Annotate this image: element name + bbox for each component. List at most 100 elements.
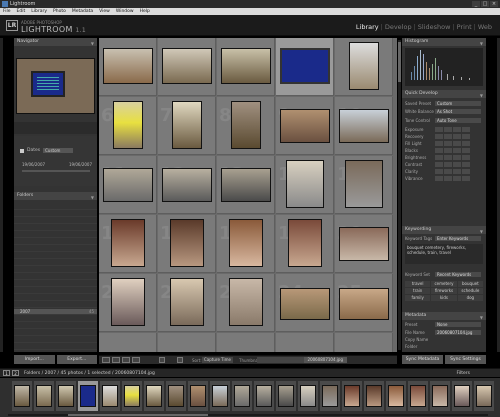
thumbnail-size-slider[interactable] xyxy=(257,357,307,363)
filmstrip-thumbnail[interactable] xyxy=(410,385,426,407)
menu-edit[interactable]: Edit xyxy=(17,8,26,15)
thumbnail[interactable] xyxy=(162,168,212,202)
menu-view[interactable]: View xyxy=(99,8,110,15)
grid-cell[interactable] xyxy=(158,38,216,96)
filmstrip-thumbnail[interactable] xyxy=(476,385,492,407)
folder-row[interactable] xyxy=(14,316,97,322)
folder-row[interactable] xyxy=(14,281,97,287)
grid-cell[interactable]: 8 xyxy=(217,97,275,155)
filmstrip-thumbnail[interactable] xyxy=(190,385,206,407)
histogram-header[interactable]: Histogram ▼ xyxy=(402,38,486,46)
filmstrip-thumbnail[interactable] xyxy=(454,385,470,407)
filmstrip-thumbnail[interactable] xyxy=(58,385,74,407)
date-start[interactable]: 19/06/2007 xyxy=(22,162,45,167)
folder-row[interactable] xyxy=(14,344,97,350)
loupe-view-button[interactable] xyxy=(112,357,120,363)
grid-cell[interactable]: 18 xyxy=(217,215,275,273)
thumbnail[interactable] xyxy=(111,219,145,267)
thumbnail[interactable] xyxy=(280,109,330,143)
quick-develop-header[interactable]: Quick Develop ▼ xyxy=(402,90,486,98)
filmstrip-cell[interactable] xyxy=(232,381,252,411)
menu-metadata[interactable]: Metadata xyxy=(72,8,93,15)
sync-metadata-button[interactable]: Sync Metadata xyxy=(402,355,443,364)
thumbnail[interactable] xyxy=(162,48,212,84)
folder-row[interactable] xyxy=(14,288,97,294)
grid-cell[interactable]: 6 xyxy=(99,97,157,155)
survey-view-button[interactable] xyxy=(132,357,140,363)
keyword-set-item[interactable]: travel xyxy=(405,281,431,287)
date-range-select[interactable]: Custom xyxy=(43,148,74,153)
thumbnail[interactable] xyxy=(103,168,153,202)
grid-cell[interactable]: 15 xyxy=(335,156,393,214)
keyword-set-item[interactable]: cemetery xyxy=(431,281,457,287)
filmstrip-thumbnail[interactable] xyxy=(234,385,250,407)
tone-adjust-buttons[interactable] xyxy=(435,162,470,167)
filmstrip-thumbnail[interactable] xyxy=(388,385,404,407)
filmstrip-cell[interactable] xyxy=(408,381,428,411)
folder-row[interactable] xyxy=(14,274,97,280)
folder-row[interactable] xyxy=(14,225,97,231)
folder-row[interactable] xyxy=(14,267,97,273)
thumbnail[interactable] xyxy=(221,168,271,202)
folder-row[interactable] xyxy=(14,253,97,259)
filmstrip-thumbnail[interactable] xyxy=(102,385,118,407)
left-panel-edge[interactable] xyxy=(0,38,3,352)
thumbnail[interactable] xyxy=(345,160,383,208)
sync-settings-button[interactable]: Sync Settings xyxy=(445,355,486,364)
grid-cell[interactable]: 22 xyxy=(158,274,216,332)
saved-preset-select[interactable]: Custom xyxy=(435,101,481,106)
tone-adjust-buttons[interactable] xyxy=(435,169,470,174)
grid-cell[interactable]: 13 xyxy=(217,156,275,214)
grid-cell[interactable] xyxy=(99,333,157,352)
folder-row[interactable] xyxy=(14,302,97,308)
thumbnail[interactable] xyxy=(170,278,204,326)
folder-row[interactable] xyxy=(14,260,97,266)
thumbnail[interactable] xyxy=(229,278,263,326)
filmstrip-thumbnail[interactable] xyxy=(432,385,448,407)
filmstrip-thumbnail[interactable] xyxy=(300,385,316,407)
grid-scroll-thumb[interactable] xyxy=(398,42,401,82)
navigator-preview[interactable] xyxy=(16,58,95,114)
thumbnail-selected[interactable] xyxy=(280,48,330,84)
auto-tone-button[interactable]: Auto Tone xyxy=(435,118,481,123)
filmstrip-thumbnail[interactable] xyxy=(344,385,360,407)
filmstrip-cell[interactable] xyxy=(298,381,318,411)
filmstrip-thumbnail[interactable] xyxy=(278,385,294,407)
keywording-header[interactable]: Keywording ▼ xyxy=(402,226,486,234)
thumbnail[interactable] xyxy=(170,219,204,267)
grid-cell[interactable]: 12 xyxy=(158,156,216,214)
module-library[interactable]: Library xyxy=(356,23,379,31)
filmstrip-cell[interactable] xyxy=(122,381,142,411)
thumbnail[interactable] xyxy=(103,48,153,84)
folder-row[interactable] xyxy=(14,295,97,301)
filmstrip-thumbnail[interactable] xyxy=(366,385,382,407)
module-print[interactable]: Print xyxy=(457,23,472,31)
folder-row[interactable] xyxy=(14,204,97,210)
thumbnail[interactable] xyxy=(339,109,389,143)
filmstrip-thumbnail[interactable] xyxy=(124,385,140,407)
import-button[interactable]: Import... xyxy=(14,355,55,364)
date-range-slider[interactable] xyxy=(22,170,90,172)
compare-view-button[interactable] xyxy=(122,357,130,363)
filmstrip-cell[interactable] xyxy=(56,381,76,411)
tone-adjust-buttons[interactable] xyxy=(435,155,470,160)
keyword-set-item[interactable]: family xyxy=(405,295,431,301)
thumbnail[interactable] xyxy=(349,42,379,90)
keyword-set-select[interactable]: Recent Keywords xyxy=(435,272,481,277)
thumbnail[interactable] xyxy=(172,101,202,149)
filmstrip-scrollbar[interactable] xyxy=(8,414,488,416)
grid-cell-selected[interactable] xyxy=(276,38,334,96)
thumbnail[interactable] xyxy=(231,101,261,149)
grid-cell[interactable]: 7 xyxy=(158,97,216,155)
tone-adjust-buttons[interactable] xyxy=(435,148,470,153)
thumbnail[interactable] xyxy=(286,160,324,208)
tone-adjust-buttons[interactable] xyxy=(435,134,470,139)
primary-display-button[interactable]: 1 xyxy=(3,370,10,376)
filmstrip-cell-selected[interactable] xyxy=(78,381,98,411)
filmstrip-cell[interactable] xyxy=(12,381,32,411)
metadata-header[interactable]: Metadata ▼ xyxy=(402,312,486,320)
tone-adjust-buttons[interactable] xyxy=(435,141,470,146)
grid-cell[interactable]: 9 xyxy=(276,97,334,155)
filmstrip-cell[interactable] xyxy=(100,381,120,411)
grid-cell[interactable]: 17 xyxy=(158,215,216,273)
